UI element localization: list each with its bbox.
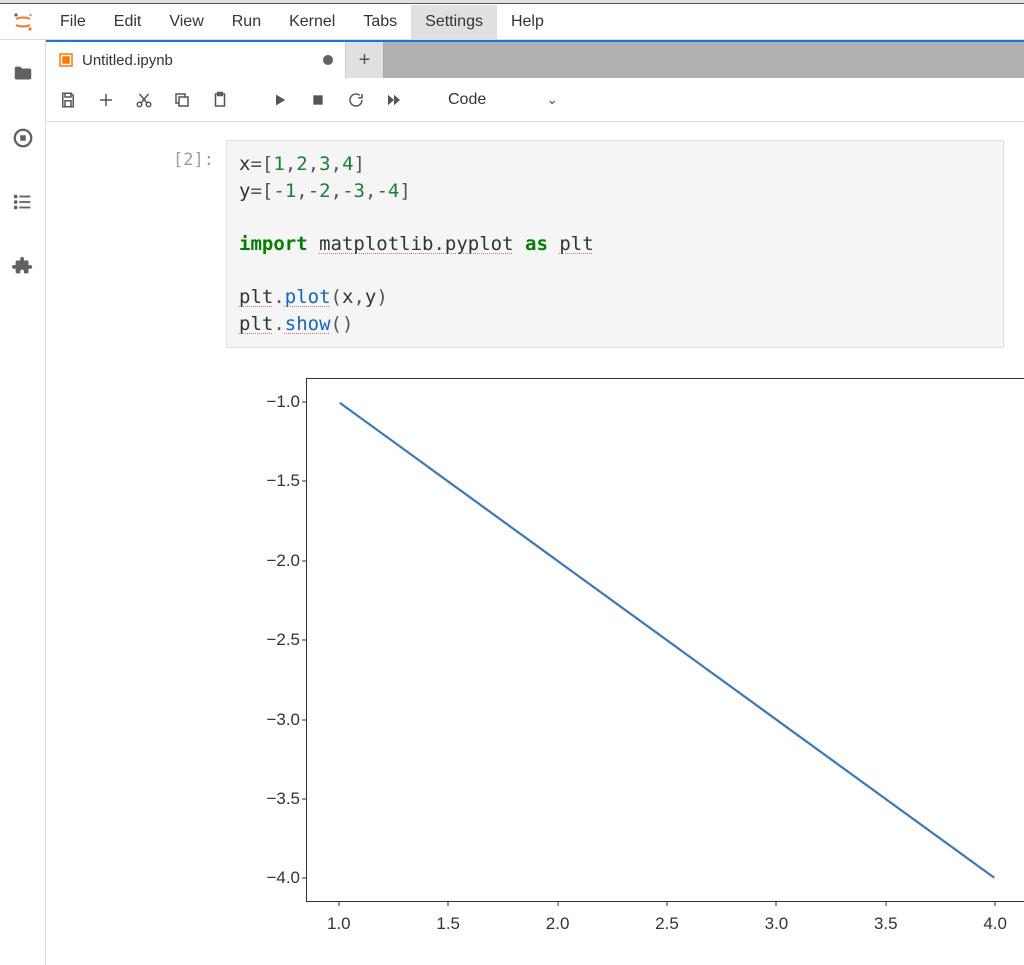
new-tab-button[interactable]: +	[346, 42, 384, 78]
ytick-label: −2.5	[226, 630, 300, 650]
plot-axes	[306, 378, 1024, 902]
save-icon[interactable]	[58, 90, 78, 110]
folder-icon[interactable]	[11, 62, 35, 86]
left-sidebar	[0, 40, 46, 965]
xtick-label: 3.5	[874, 914, 898, 934]
running-icon[interactable]	[11, 126, 35, 150]
code-editor[interactable]: x=[1,2,3,4] y=[-1,-2,-3,-4] import matpl…	[226, 140, 1004, 348]
menu-edit[interactable]: Edit	[100, 5, 156, 39]
ytick-label: −3.0	[226, 710, 300, 730]
ytick-label: −1.0	[226, 392, 300, 412]
notebook-area[interactable]: [2]: x=[1,2,3,4] y=[-1,-2,-3,-4] import …	[46, 122, 1024, 965]
code-cell[interactable]: [2]: x=[1,2,3,4] y=[-1,-2,-3,-4] import …	[46, 140, 1004, 348]
menu-tabs[interactable]: Tabs	[349, 5, 411, 39]
exec-prompt: [2]:	[46, 140, 226, 170]
unsaved-indicator-icon	[323, 55, 333, 65]
celltype-select[interactable]: Code ⌄	[444, 91, 562, 109]
paste-icon[interactable]	[210, 90, 230, 110]
notebook-tab[interactable]: Untitled.ipynb	[46, 42, 346, 78]
notebook-toolbar: Code ⌄	[46, 78, 1024, 122]
extension-icon[interactable]	[11, 254, 35, 278]
copy-icon[interactable]	[172, 90, 192, 110]
stop-icon[interactable]	[308, 90, 328, 110]
restart-icon[interactable]	[346, 90, 366, 110]
celltype-label: Code	[448, 91, 486, 109]
menu-settings[interactable]: Settings	[411, 5, 497, 39]
xtick-label: 2.5	[655, 914, 679, 934]
plot-line	[307, 379, 1024, 902]
toc-icon[interactable]	[11, 190, 35, 214]
menu-file[interactable]: File	[46, 5, 100, 39]
cut-icon[interactable]	[134, 90, 154, 110]
menu-run[interactable]: Run	[218, 5, 275, 39]
run-icon[interactable]	[270, 90, 290, 110]
jupyter-logo[interactable]	[0, 10, 46, 34]
ytick-label: −3.5	[226, 789, 300, 809]
notebook-icon	[58, 52, 74, 68]
xtick-label: 4.0	[983, 914, 1007, 934]
tab-bar: Untitled.ipynb +	[46, 40, 1024, 78]
menu-view[interactable]: View	[155, 5, 217, 39]
xtick-label: 3.0	[765, 914, 789, 934]
xtick-label: 1.0	[327, 914, 351, 934]
menu-kernel[interactable]: Kernel	[275, 5, 349, 39]
xtick-label: 1.5	[436, 914, 460, 934]
fast-forward-icon[interactable]	[384, 90, 404, 110]
tab-title: Untitled.ipynb	[82, 52, 315, 69]
ytick-label: −2.0	[226, 551, 300, 571]
cell-output: −1.0 −1.5 −2.0 −2.5 −3.0 −3.5 −4.0 1.0 1.5 2.0 2.5…	[226, 348, 1004, 952]
menubar: FileEditViewRunKernelTabsSettingsHelp	[0, 4, 1024, 40]
line-plot: −1.0 −1.5 −2.0 −2.5 −3.0 −3.5 −4.0 1.0 1.5 2.0 2.5…	[226, 362, 1024, 952]
ytick-label: −4.0	[226, 868, 300, 888]
menu-help[interactable]: Help	[497, 5, 558, 39]
chevron-down-icon: ⌄	[546, 91, 558, 108]
add-icon[interactable]	[96, 90, 116, 110]
ytick-label: −1.5	[226, 471, 300, 491]
xtick-label: 2.0	[546, 914, 570, 934]
